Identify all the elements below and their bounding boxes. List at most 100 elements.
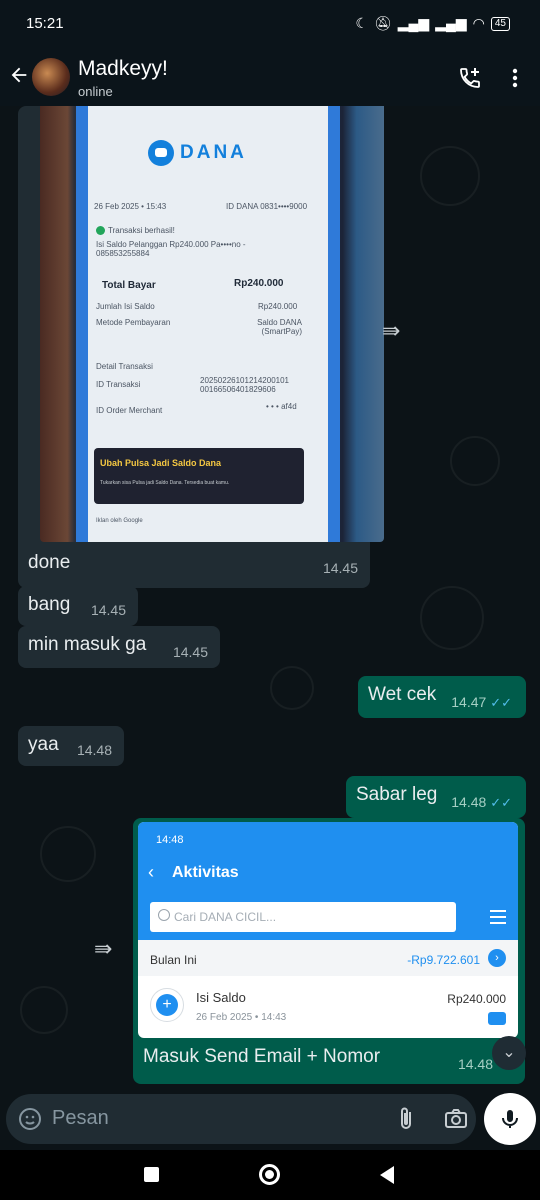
activity-row-amount: Rp240.000 xyxy=(447,992,506,1006)
sticker-icon[interactable] xyxy=(18,1107,42,1131)
receipt-id-transaksi-value: 20250226101214200101 00166506401829606 xyxy=(200,376,289,394)
receipt-status: Transaksi berhasil! xyxy=(108,226,175,235)
wallpaper-doodle xyxy=(420,586,484,650)
bell-muted-icon: 🔕︎ xyxy=(373,15,392,31)
message-time: 14.48 xyxy=(457,1056,493,1072)
contact-name[interactable]: Madkeyy! xyxy=(78,57,168,81)
microphone-button[interactable] xyxy=(484,1093,536,1145)
home-icon[interactable] xyxy=(259,1164,280,1185)
camera-icon[interactable] xyxy=(444,1107,468,1131)
receipt-photo[interactable]: DANA 26 Feb 2025 • 15:43 ID DANA 0831•••… xyxy=(40,106,384,542)
message-time: 14.45 xyxy=(322,560,358,576)
phone-edge xyxy=(328,106,340,542)
message-text: yaa xyxy=(28,734,59,755)
message-time: 14.47 ✓✓ xyxy=(451,694,512,711)
back-arrow-icon[interactable] xyxy=(8,64,30,86)
message-text: min masuk ga xyxy=(28,634,147,655)
activity-row-title: Isi Saldo xyxy=(196,990,246,1005)
promo-title: Ubah Pulsa Jadi Saldo Dana xyxy=(100,458,222,468)
receipt-id-order-label: ID Order Merchant xyxy=(96,406,163,415)
activity-title: Aktivitas xyxy=(172,864,239,881)
message-time: 14.45 xyxy=(172,644,208,660)
message-composer[interactable]: Pesan xyxy=(6,1094,476,1144)
receipt-jumlah-value: Rp240.000 xyxy=(258,302,298,311)
dnd-moon-icon: ☾ xyxy=(355,15,368,31)
wallpaper-doodle xyxy=(420,146,480,206)
forward-icon[interactable]: ⇛ xyxy=(94,936,112,962)
add-call-icon[interactable] xyxy=(458,66,482,90)
activity-search-box: Cari DANA CICIL... xyxy=(150,902,456,932)
message-bubble-in[interactable]: min masuk ga 14.45 xyxy=(18,626,220,668)
receipt-id-dana: ID DANA 0831••••9000 xyxy=(226,202,308,211)
battery-icon: 45 xyxy=(490,16,510,31)
message-image-receipt[interactable]: DANA 26 Feb 2025 • 15:43 ID DANA 0831•••… xyxy=(18,106,384,588)
receipt-id-order-value: • • • af4d xyxy=(266,402,297,411)
receipt-metode-label: Metode Pembayaran xyxy=(96,318,171,327)
activity-section-total: -Rp9.722.601 xyxy=(407,953,480,967)
message-time-value: 14.47 xyxy=(451,694,487,710)
chevron-left-icon: ‹ xyxy=(148,862,154,882)
message-text: Wet cek xyxy=(368,684,437,705)
dana-logo-icon xyxy=(148,140,174,166)
status-bar: 15:21 ☾ 🔕︎ ▂▄▆ ▂▄▆ ◠ 45 xyxy=(0,0,540,50)
dana-badge-icon xyxy=(488,1012,506,1025)
message-time: 14.48 ✓✓ xyxy=(451,794,512,811)
receipt-total-label: Total Bayar xyxy=(102,280,156,291)
activity-status-time: 14:48 xyxy=(156,834,184,846)
message-bubble-out[interactable]: Sabar leg 14.48 ✓✓ xyxy=(346,776,526,818)
chat-area[interactable]: DANA 26 Feb 2025 • 15:43 ID DANA 0831•••… xyxy=(0,106,540,1150)
receipt-total-value: Rp240.000 xyxy=(234,278,284,289)
wallpaper-doodle xyxy=(450,436,500,486)
receipt-detail-label: Detail Transaksi xyxy=(96,362,153,371)
success-check-icon xyxy=(96,226,105,235)
message-text: Masuk Send Email + Nomor xyxy=(143,1046,381,1067)
filter-icon xyxy=(490,910,506,924)
receipt-description: Isi Saldo Pelanggan Rp240.000 Pa••••no -… xyxy=(96,240,246,258)
activity-search-placeholder: Cari DANA CICIL... xyxy=(174,910,277,924)
message-text: Sabar leg xyxy=(356,784,438,805)
signal-icon: ▂▄▆ xyxy=(397,15,430,31)
system-nav-bar xyxy=(0,1150,540,1200)
promo-banner: Ubah Pulsa Jadi Saldo Dana Tukarkan sisa… xyxy=(94,448,304,504)
message-time: 14.45 xyxy=(90,602,126,618)
dana-brand: DANA xyxy=(180,142,247,163)
receipt-date: 26 Feb 2025 • 15:43 xyxy=(94,202,167,211)
receipt-jumlah-label: Jumlah Isi Saldo xyxy=(96,302,155,311)
wallpaper-doodle xyxy=(40,826,96,882)
message-bubble-out[interactable]: Wet cek 14.47 ✓✓ xyxy=(358,676,526,718)
read-ticks-icon: ✓✓ xyxy=(490,695,512,710)
nav-back-icon[interactable] xyxy=(380,1166,394,1184)
message-time-value: 14.48 xyxy=(451,794,487,810)
activity-section: Bulan Ini -Rp9.722.601 › xyxy=(138,940,518,976)
recent-apps-icon[interactable] xyxy=(144,1167,159,1182)
message-bubble-in[interactable]: yaa 14.48 xyxy=(18,726,124,766)
attach-icon[interactable] xyxy=(396,1106,416,1132)
contact-status: online xyxy=(78,84,113,99)
activity-section-label: Bulan Ini xyxy=(150,953,197,967)
receipt-metode-value: Saldo DANA (SmartPay) xyxy=(257,318,302,336)
forward-icon[interactable]: ⇛ xyxy=(382,318,400,344)
avatar[interactable] xyxy=(32,58,70,96)
search-icon xyxy=(158,909,170,921)
microphone-icon xyxy=(502,1110,518,1128)
receipt-id-transaksi-label: ID Transaksi xyxy=(96,380,141,389)
activity-screenshot[interactable]: 14:48 ‹ Aktivitas Cari DANA CICIL... Bul… xyxy=(138,822,518,1038)
chat-header: Madkeyy! online xyxy=(0,50,540,106)
promo-subtitle: Tukarkan sisa Pulsa jadi Saldo Dana. Ter… xyxy=(100,480,230,486)
more-vert-icon[interactable] xyxy=(508,66,522,90)
message-input[interactable]: Pesan xyxy=(52,1107,109,1130)
message-time: 14.48 xyxy=(76,742,112,758)
wallpaper-doodle xyxy=(20,986,68,1034)
status-time: 15:21 xyxy=(26,15,64,32)
read-ticks-icon: ✓✓ xyxy=(490,795,512,810)
plus-icon: + xyxy=(156,994,178,1016)
activity-row-date: 26 Feb 2025 • 14:43 xyxy=(196,1012,287,1023)
message-text: bang xyxy=(28,594,71,615)
signal-icon-2: ▂▄▆ xyxy=(435,15,467,31)
message-bubble-in[interactable]: bang 14.45 xyxy=(18,586,138,626)
chevron-right-icon: › xyxy=(488,949,506,967)
message-text: done xyxy=(28,552,71,573)
receipt-footer: Iklan oleh Google xyxy=(96,518,143,524)
phone-edge xyxy=(76,106,88,542)
scroll-down-icon[interactable]: ⌄ xyxy=(492,1036,526,1070)
